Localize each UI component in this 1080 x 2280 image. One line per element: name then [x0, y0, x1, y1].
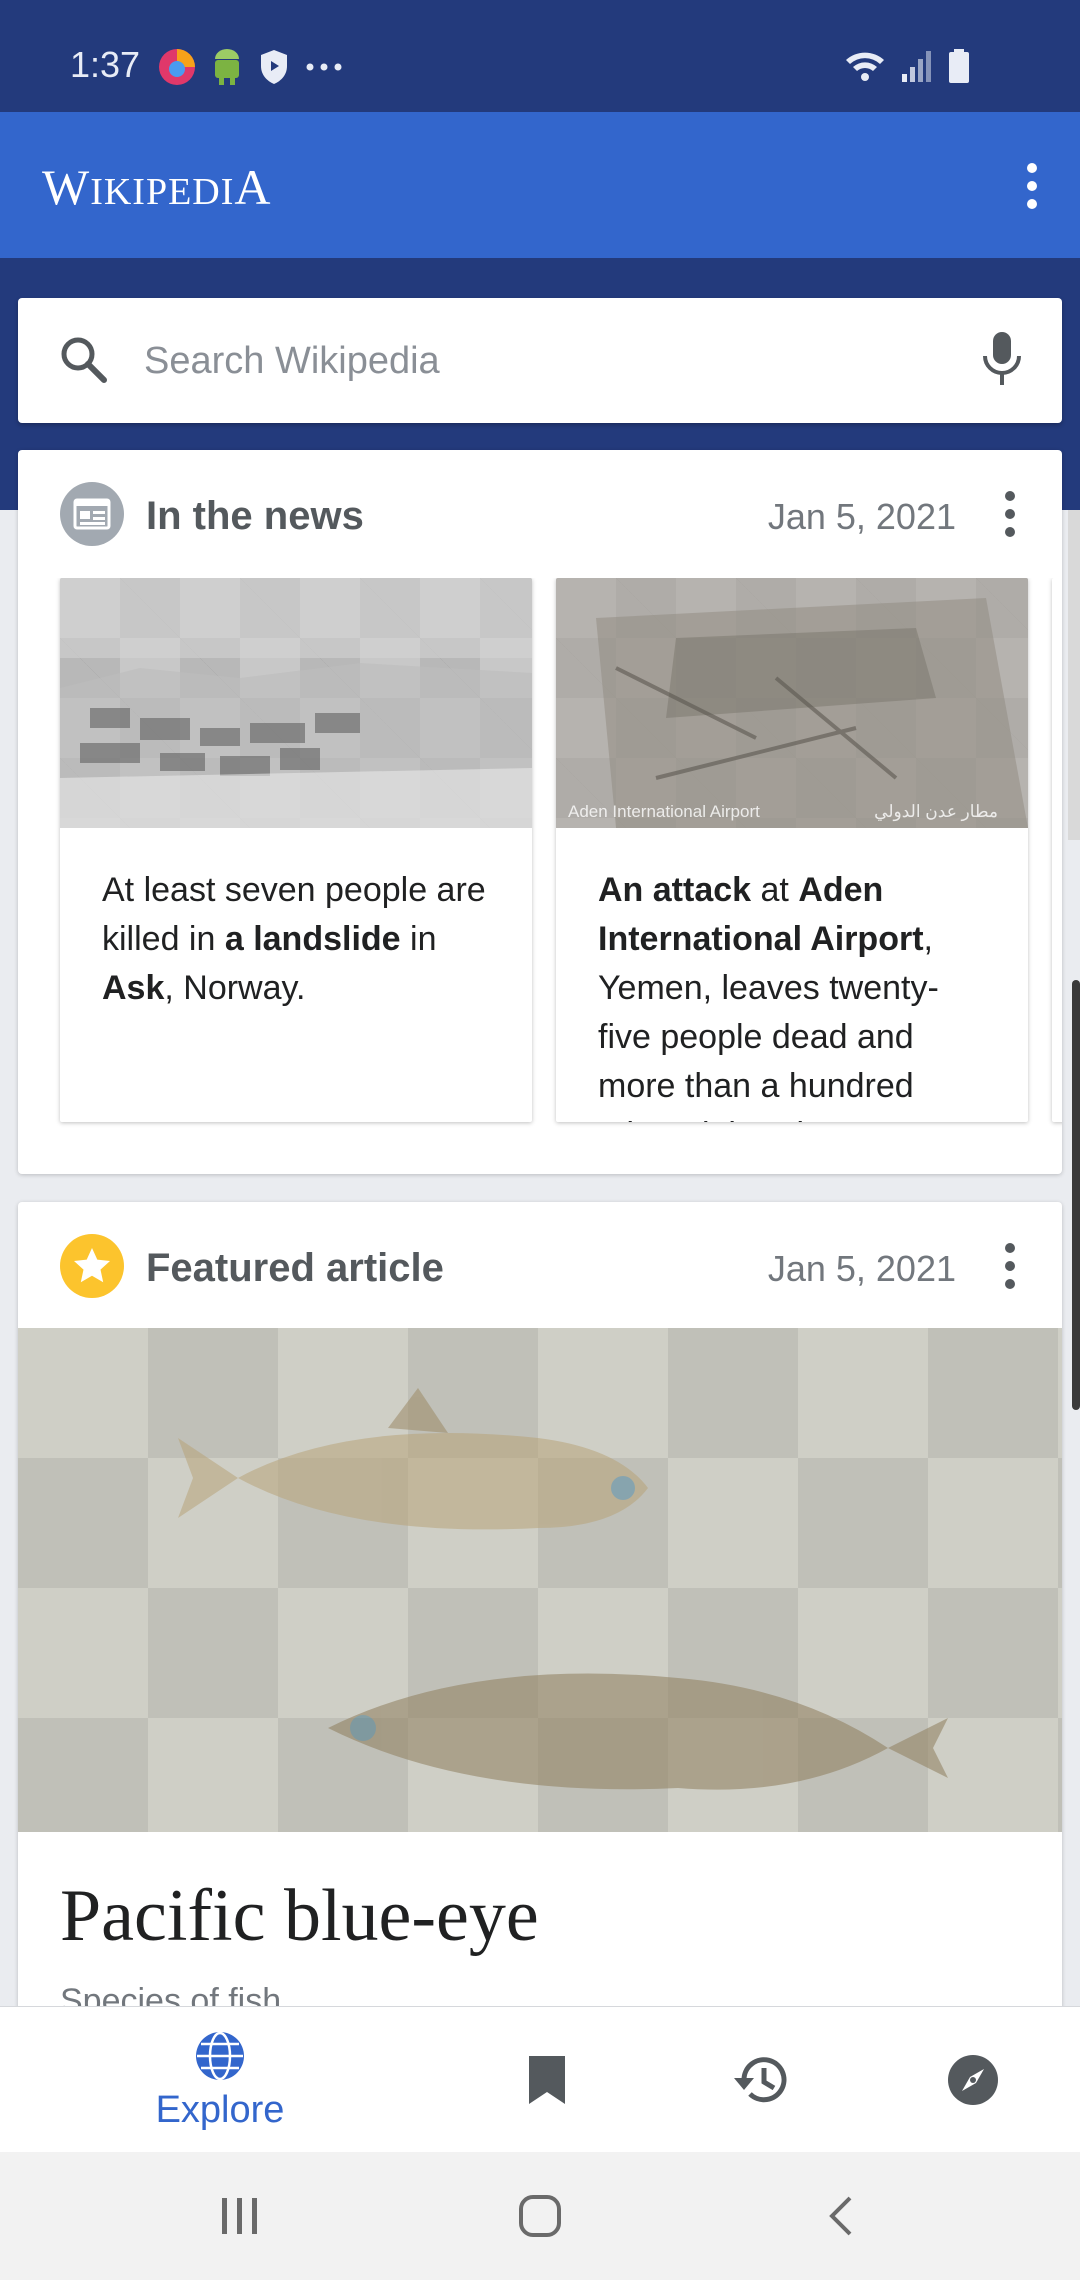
- globe-icon: [196, 2031, 244, 2080]
- microphone-icon[interactable]: [980, 330, 1024, 390]
- battery-icon: [949, 49, 969, 83]
- card-title: In the news: [146, 494, 364, 538]
- featured-article-card[interactable]: Featured article Jan 5, 2021 Pacific blu…: [18, 1202, 1062, 2022]
- card-header: Featured article Jan 5, 2021: [18, 1202, 1062, 1332]
- fast-scroll-handle[interactable]: [1072, 980, 1080, 1410]
- nav-nearby[interactable]: [873, 2007, 1073, 2153]
- wifi-icon: [846, 52, 884, 81]
- search-bar[interactable]: [18, 298, 1062, 425]
- status-time: 1:37: [70, 44, 141, 85]
- news-carousel[interactable]: At least seven people are killed in a la…: [18, 578, 1062, 1176]
- image-caption: Aden International Airport: [568, 802, 760, 821]
- overflow-menu-icon: [1027, 163, 1037, 209]
- card-title: Featured article: [146, 1246, 444, 1290]
- scrollbar-track: [1068, 510, 1080, 840]
- search-input[interactable]: [142, 298, 946, 425]
- wikipedia-logo: WIKIPEDIA: [42, 159, 272, 215]
- news-image: [60, 578, 532, 828]
- search-icon: [61, 337, 107, 383]
- news-text: At least seven people are killed in a la…: [102, 871, 486, 1007]
- nav-history[interactable]: [660, 2007, 860, 2153]
- news-link[interactable]: Ask: [102, 969, 164, 1007]
- nav-explore[interactable]: Explore: [120, 2007, 320, 2153]
- bookmark-icon: [529, 2056, 565, 2104]
- news-item[interactable]: At least seven people are killed in a la…: [60, 578, 532, 1122]
- firefox-icon: [159, 49, 195, 85]
- card-date: Jan 5, 2021: [767, 496, 956, 537]
- news-image: Aden International Airport مطار عدن الدو…: [556, 578, 1028, 828]
- newspaper-icon: [60, 482, 124, 546]
- overflow-menu-icon: [1005, 491, 1015, 537]
- system-navigation-bar: [0, 2152, 1080, 2280]
- overflow-menu-icon: [1005, 1243, 1015, 1289]
- signal-icon: [902, 51, 931, 82]
- bottom-navigation: Explore: [0, 2006, 1080, 2153]
- history-icon: [734, 2057, 787, 2103]
- news-text: An attack at Aden International Airport,…: [598, 871, 939, 1122]
- featured-article-title[interactable]: Pacific blue-eye: [60, 1874, 539, 1959]
- compass-icon: [948, 2055, 998, 2105]
- android-icon: [215, 49, 239, 85]
- back-icon[interactable]: [826, 2194, 856, 2238]
- image-caption-arabic: مطار عدن الدولي: [874, 802, 998, 821]
- news-item-peek[interactable]: [1052, 578, 1062, 1122]
- more-dots-icon: [306, 63, 342, 71]
- app-bar: WIKIPEDIA: [0, 112, 1080, 258]
- nav-label: Explore: [155, 2088, 285, 2131]
- card-menu-button[interactable]: [998, 1240, 1022, 1292]
- in-the-news-card: In the news Jan 5, 2021 At least seven p…: [18, 450, 1062, 1174]
- nav-saved[interactable]: [447, 2007, 647, 2153]
- shield-icon: [261, 50, 287, 84]
- news-link[interactable]: An attack: [598, 871, 751, 909]
- news-item[interactable]: Aden International Airport مطار عدن الدو…: [556, 578, 1028, 1122]
- card-menu-button[interactable]: [998, 488, 1022, 540]
- recent-apps-icon[interactable]: [218, 2196, 262, 2236]
- home-icon[interactable]: [518, 2194, 562, 2238]
- featured-image: [18, 1328, 1062, 1832]
- card-header: In the news Jan 5, 2021: [18, 450, 1062, 580]
- card-date: Jan 5, 2021: [767, 1248, 956, 1289]
- status-bar: 1:37: [0, 0, 1080, 112]
- news-link[interactable]: a landslide: [225, 920, 401, 958]
- overflow-menu-button[interactable]: [1012, 156, 1052, 216]
- star-icon: [60, 1234, 124, 1298]
